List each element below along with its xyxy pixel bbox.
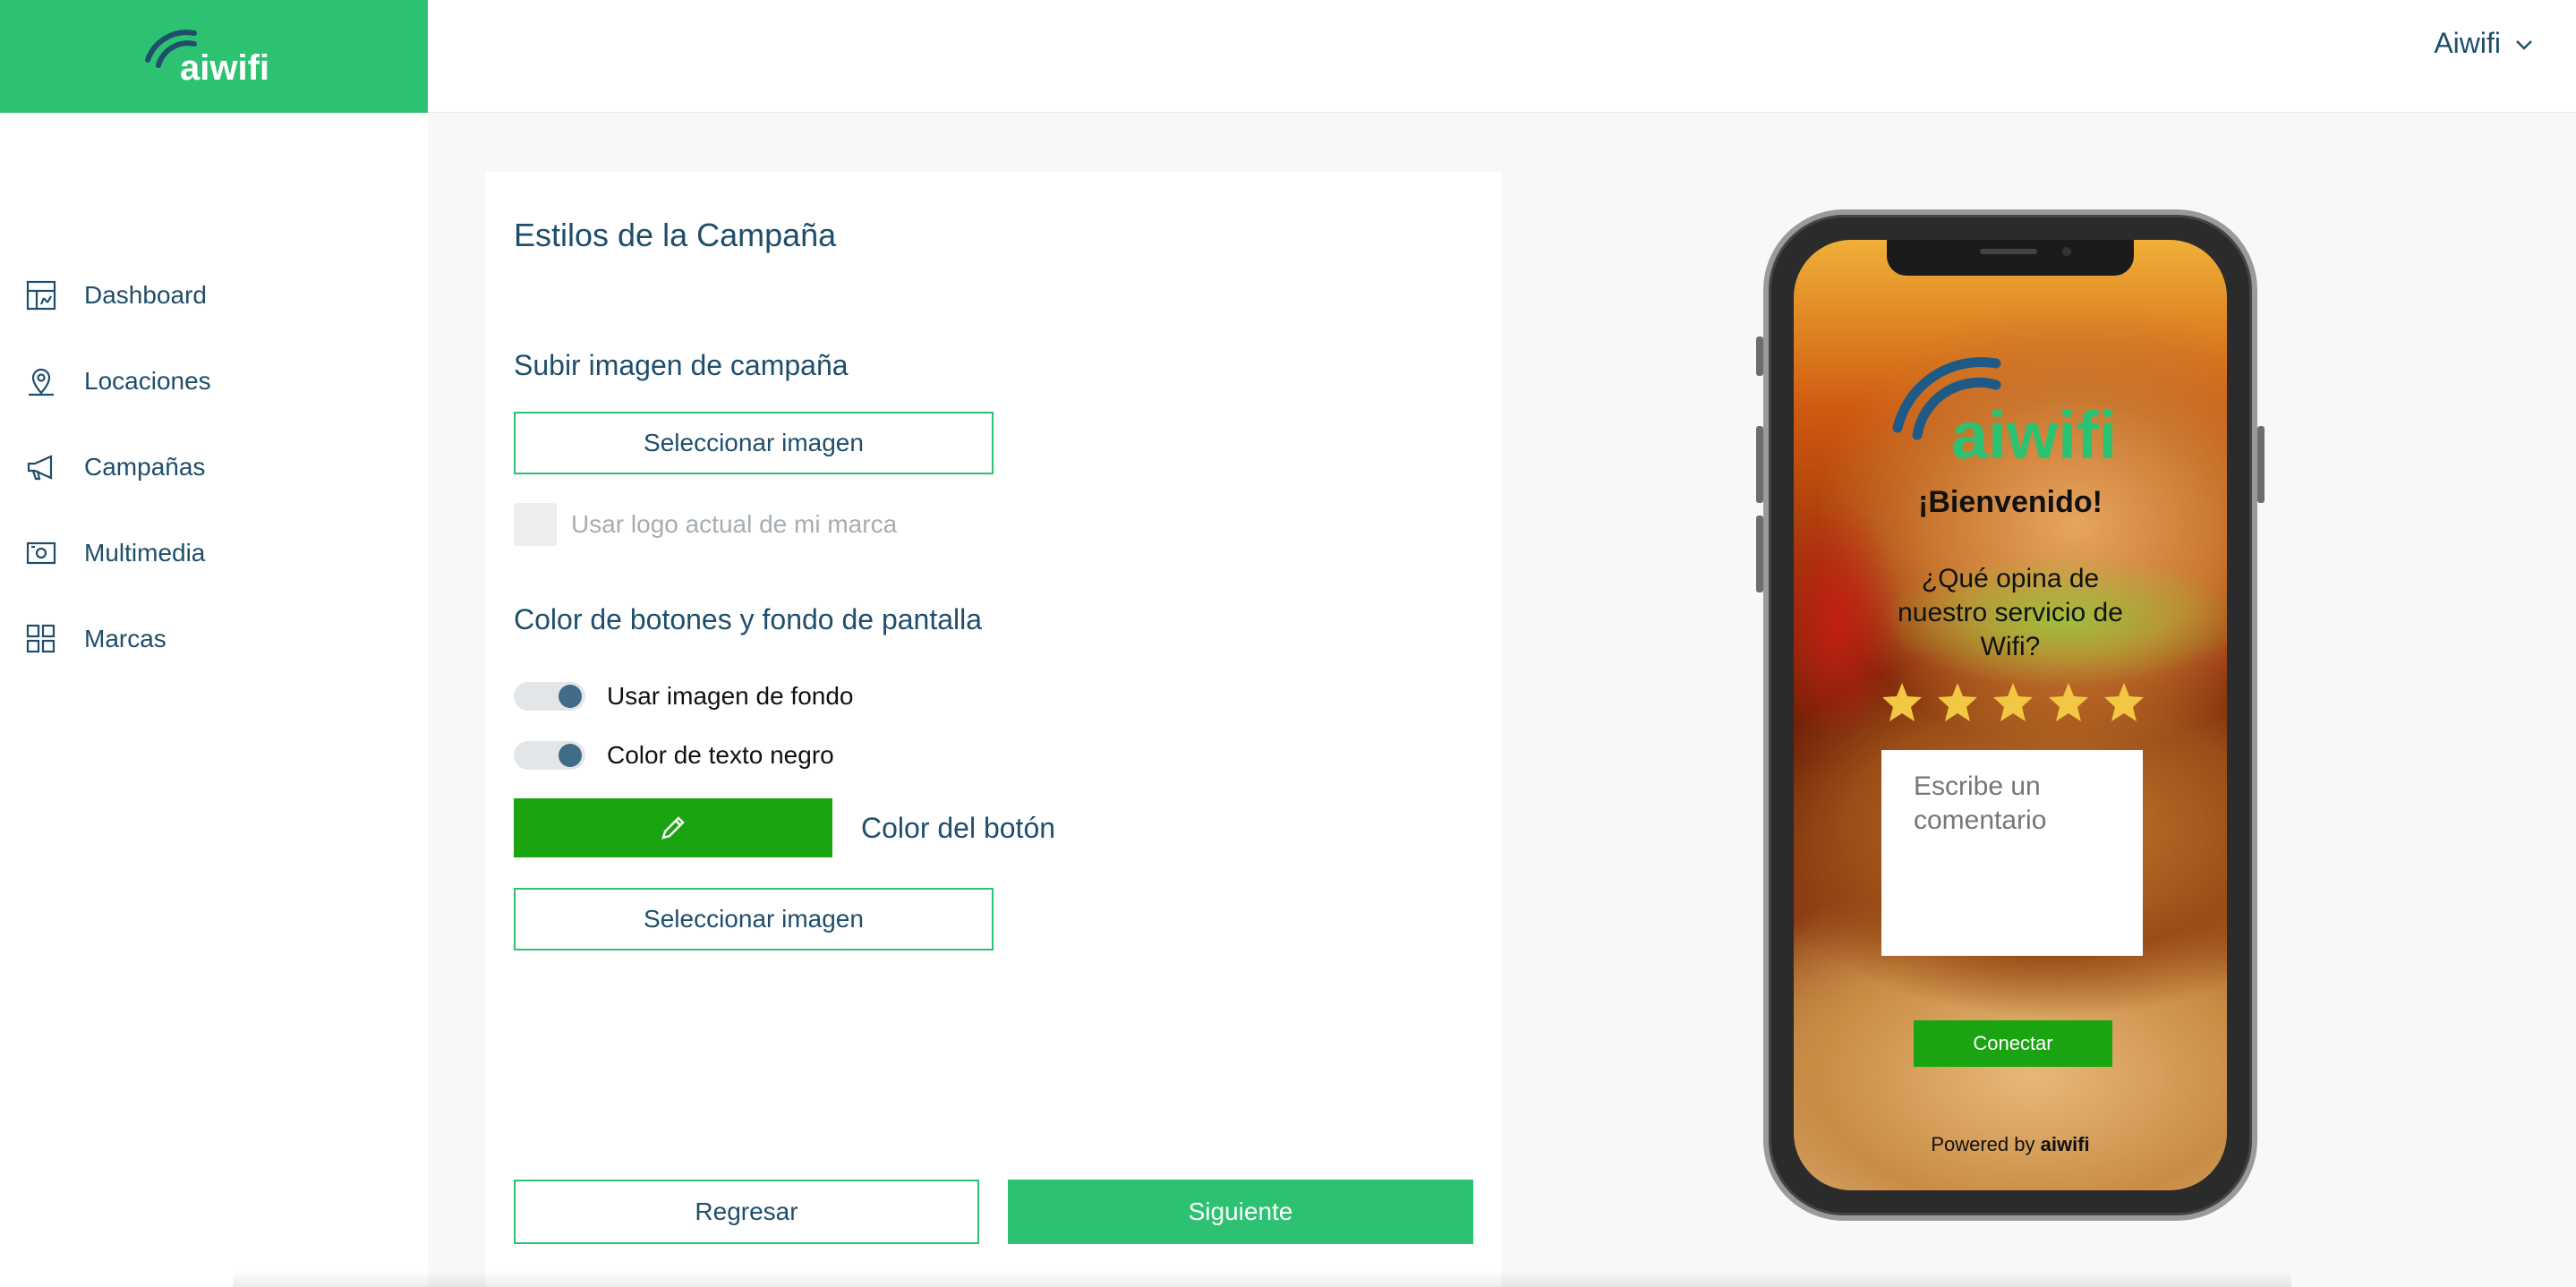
phone-side-button [1756,337,1763,376]
bg-image-toggle-label: Usar imagen de fondo [607,682,854,710]
phone-notch [1887,240,2134,276]
powered-by: Powered by aiwifi [1794,1133,2227,1156]
black-text-toggle-row: Color de texto negro [514,741,834,770]
phone-speaker [1980,249,2037,254]
user-name: Aiwifi [2434,27,2501,59]
select-image-button[interactable]: Seleccionar imagen [514,412,994,474]
phone-side-button [2257,426,2265,503]
use-logo-row: Usar logo actual de mi marca [514,503,897,546]
use-logo-label: Usar logo actual de mi marca [571,510,898,538]
svg-text:aiwifi: aiwifi [180,48,269,88]
color-section-title: Color de botones y fondo de pantalla [514,603,983,635]
preview-welcome-text: ¡Bienvenido! [1918,485,2103,519]
powered-by-text: Powered by [1931,1133,2035,1155]
phone-preview: aiwifi ¡Bienvenido! ¿Qué opina de nuestr… [1756,209,2265,1221]
svg-text:aiwifi: aiwifi [1951,398,2117,473]
top-header: Aiwifi [428,0,2576,113]
megaphone-icon [25,451,57,483]
star-icon[interactable] [2102,680,2146,725]
sidebar-item-marcas[interactable]: Marcas [0,596,428,682]
location-pin-icon [25,365,57,397]
aiwifi-logo: aiwifi [145,30,269,88]
star-icon[interactable] [2046,680,2091,725]
brand-logo-box[interactable]: aiwifi [0,0,428,113]
sidebar-item-label: Marcas [84,625,166,652]
select-background-image-button[interactable]: Seleccionar imagen [514,888,994,950]
toggle-knob [559,685,582,708]
sidebar-item-label: Locaciones [84,367,211,395]
media-icon [25,537,57,569]
back-button[interactable]: Regresar [514,1180,979,1244]
sidebar-item-multimedia[interactable]: Multimedia [0,510,428,596]
sidebar: Dashboard Locaciones Campañas Multimedia… [0,113,428,1287]
star-icon[interactable] [1935,680,1980,725]
preview-question-text: ¿Qué opina de nuestro servicio de Wifi? [1898,564,2123,661]
connect-button[interactable]: Conectar [1914,1020,2112,1067]
bg-image-toggle-row: Usar imagen de fondo [514,682,854,711]
sidebar-item-dashboard[interactable]: Dashboard [0,252,428,338]
star-icon[interactable] [1991,680,2035,725]
powered-by-brand: aiwifi [2040,1133,2090,1155]
bg-image-toggle[interactable] [514,682,585,711]
comment-input[interactable] [1881,750,2143,956]
sidebar-item-label: Multimedia [84,539,206,567]
phone-side-button [1756,516,1763,592]
rating-stars [1880,680,2146,725]
toggle-knob [559,744,582,767]
star-icon[interactable] [1880,680,1924,725]
grid-icon [25,623,57,655]
pencil-icon [661,816,685,840]
use-logo-checkbox[interactable] [514,503,557,546]
chevron-down-icon [2516,39,2532,50]
dashboard-icon [25,279,57,311]
button-color-label: Color del botón [861,811,1056,844]
user-menu[interactable]: Aiwifi [2434,27,2535,60]
upload-section-title: Subir imagen de campaña [514,349,849,381]
sidebar-item-label: Dashboard [84,281,207,309]
phone-camera [2062,247,2071,256]
phone-screen: aiwifi ¡Bienvenido! ¿Qué opina de nuestr… [1794,240,2227,1190]
page-title: Estilos de la Campaña [514,217,837,253]
button-color-picker[interactable] [514,798,832,857]
preview-aiwifi-logo: aiwifi [1892,357,2117,473]
bottom-shadow [233,1271,2291,1287]
campaign-styles-card: Estilos de la Campaña Subir imagen de ca… [485,172,1502,1287]
next-button[interactable]: Siguiente [1008,1180,1473,1244]
sidebar-nav: Dashboard Locaciones Campañas Multimedia… [0,252,428,682]
button-color-row: Color del botón [514,798,1055,857]
phone-side-button [1756,426,1763,503]
sidebar-item-label: Campañas [84,453,206,481]
black-text-toggle-label: Color de texto negro [607,741,834,769]
sidebar-item-campanas[interactable]: Campañas [0,424,428,510]
sidebar-item-locaciones[interactable]: Locaciones [0,338,428,424]
black-text-toggle[interactable] [514,741,585,770]
